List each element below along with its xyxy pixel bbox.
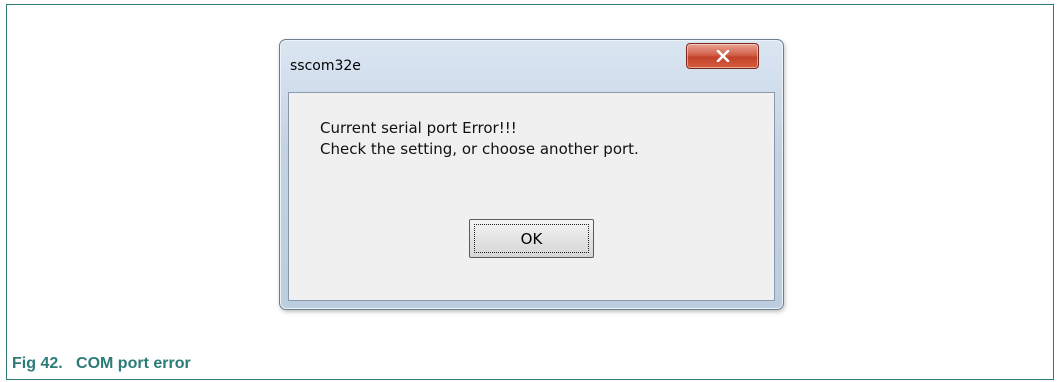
ok-button-label: OK — [520, 229, 543, 248]
message-line-1: Current serial port Error!!! — [320, 119, 517, 137]
close-icon — [716, 50, 729, 62]
error-dialog: sscom32e Current serial port Error!!! Ch… — [279, 39, 784, 310]
message-line-2: Check the setting, or choose another por… — [320, 140, 639, 158]
dialog-title: sscom32e — [290, 58, 361, 74]
dialog-client-area: Current serial port Error!!! Check the s… — [288, 92, 775, 301]
figure-caption: Fig 42. COM port error — [12, 355, 191, 372]
ok-button[interactable]: OK — [469, 219, 594, 258]
close-button[interactable] — [686, 43, 759, 69]
